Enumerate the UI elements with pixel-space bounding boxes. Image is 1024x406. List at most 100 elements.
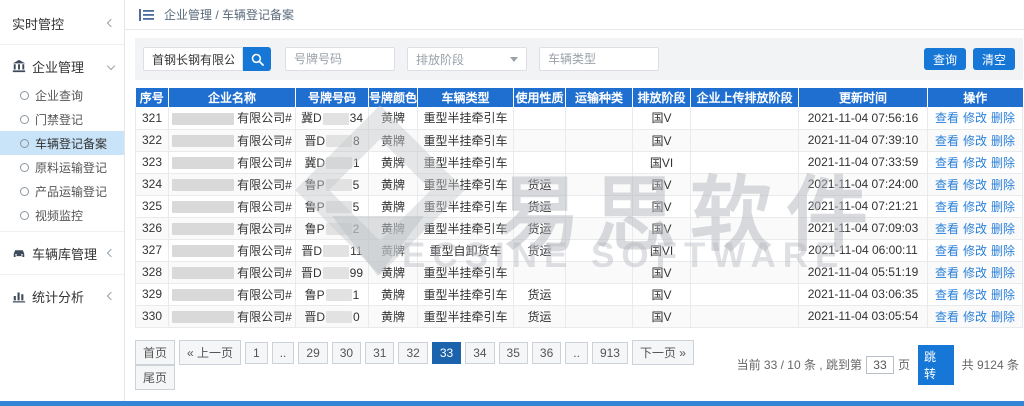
page-button[interactable]: « 上一页 — [179, 340, 241, 365]
page-button[interactable]: 34 — [465, 342, 494, 364]
delete-link[interactable]: 删除 — [991, 310, 1015, 324]
sidebar-subitem[interactable]: 门禁登记 — [0, 107, 124, 131]
table-row: 323 有限公司# 冀D1 黄牌 重型半挂牵引车 国VI 2021-11-04 … — [136, 151, 1023, 173]
updated-cell: 2021-11-04 07:39:10 — [799, 129, 928, 151]
view-link[interactable]: 查看 — [935, 266, 959, 280]
search-button[interactable] — [243, 47, 271, 71]
column-header: 车辆类型 — [418, 88, 514, 107]
divider — [0, 231, 124, 232]
plate-number-input[interactable] — [285, 47, 395, 71]
sidebar-subitem[interactable]: 车辆登记备案 — [0, 131, 124, 155]
page-button[interactable]: 29 — [298, 342, 327, 364]
collapse-menu-icon[interactable] — [139, 9, 154, 21]
column-header: 号牌号码 — [296, 88, 369, 107]
company-suffix: 有限公司# — [237, 178, 292, 192]
page-button[interactable]: 32 — [398, 342, 427, 364]
edit-link[interactable]: 修改 — [963, 111, 987, 125]
plate-suffix: 11 — [350, 244, 362, 258]
usage-cell — [514, 129, 566, 151]
delete-link[interactable]: 删除 — [991, 178, 1015, 192]
filter-panel: 排放阶段 查询 清空 — [135, 38, 1023, 80]
edit-link[interactable]: 修改 — [963, 244, 987, 258]
company-cell: 有限公司# — [169, 195, 296, 217]
app-window: 实时管控 企业管理 企业查询 门禁登记 — [0, 0, 1024, 406]
jump-page-input[interactable] — [866, 356, 894, 374]
view-link[interactable]: 查看 — [935, 178, 959, 192]
transport-cell — [566, 261, 633, 283]
view-link[interactable]: 查看 — [935, 288, 959, 302]
page-button[interactable]: 下一页 » — [632, 340, 694, 365]
seq-cell: 321 — [136, 107, 169, 129]
vehicle-type-input[interactable] — [539, 47, 659, 71]
sidebar-item-enterprise[interactable]: 企业管理 — [0, 49, 124, 83]
clear-button[interactable]: 清空 — [973, 48, 1015, 70]
edit-link[interactable]: 修改 — [963, 134, 987, 148]
plate-prefix: 鲁P — [305, 200, 325, 214]
page-button[interactable]: 913 — [592, 342, 628, 364]
actions-cell: 查看修改删除 — [928, 239, 1023, 261]
delete-link[interactable]: 删除 — [991, 200, 1015, 214]
view-link[interactable]: 查看 — [935, 134, 959, 148]
page-button[interactable]: 首页 — [135, 340, 175, 365]
page-button[interactable]: 1 — [245, 342, 268, 364]
plate-color-cell: 黄牌 — [369, 151, 418, 173]
page-button[interactable]: 31 — [365, 342, 394, 364]
company-cell: 有限公司# — [169, 151, 296, 173]
page-button[interactable]: 30 — [332, 342, 361, 364]
page-button[interactable]: 36 — [532, 342, 561, 364]
page-button[interactable]: 35 — [499, 342, 528, 364]
usage-cell — [514, 107, 566, 129]
delete-link[interactable]: 删除 — [991, 244, 1015, 258]
view-link[interactable]: 查看 — [935, 222, 959, 236]
edit-link[interactable]: 修改 — [963, 310, 987, 324]
view-link[interactable]: 查看 — [935, 310, 959, 324]
jump-button[interactable]: 跳转 — [918, 345, 954, 385]
delete-link[interactable]: 删除 — [991, 156, 1015, 170]
view-link[interactable]: 查看 — [935, 111, 959, 125]
redacted-company-box — [172, 179, 234, 191]
table-row: 325 有限公司# 鲁P5 黄牌 重型半挂牵引车 货运 国V 2021-11-0… — [136, 195, 1023, 217]
edit-link[interactable]: 修改 — [963, 200, 987, 214]
redacted-plate-box — [326, 201, 352, 213]
plate-suffix: 0 — [353, 310, 360, 324]
column-header: 操作 — [928, 88, 1023, 107]
edit-link[interactable]: 修改 — [963, 288, 987, 302]
edit-link[interactable]: 修改 — [963, 266, 987, 280]
sidebar-subitem[interactable]: 产品运输登记 — [0, 179, 124, 203]
redacted-company-box — [172, 135, 234, 147]
vehicle-type-cell: 重型半挂牵引车 — [418, 217, 514, 239]
delete-link[interactable]: 删除 — [991, 288, 1015, 302]
page-button[interactable]: .. — [565, 342, 588, 364]
company-search-input[interactable] — [143, 47, 243, 71]
stage-cell: 国V — [633, 173, 691, 195]
stage-cell: 国V — [633, 305, 691, 327]
delete-link[interactable]: 删除 — [991, 266, 1015, 280]
plate-prefix: 鲁P — [305, 222, 325, 236]
sidebar-item-vehicle-lib[interactable]: 车辆库管理 — [0, 236, 124, 270]
view-link[interactable]: 查看 — [935, 156, 959, 170]
edit-link[interactable]: 修改 — [963, 178, 987, 192]
page-button[interactable]: 尾页 — [135, 365, 175, 390]
delete-link[interactable]: 删除 — [991, 111, 1015, 125]
plate-cell: 鲁P5 — [296, 173, 369, 195]
column-header: 运输种类 — [566, 88, 633, 107]
sidebar-item-realtime[interactable]: 实时管控 — [0, 6, 124, 40]
sidebar-subitem[interactable]: 视频监控 — [0, 203, 124, 227]
view-link[interactable]: 查看 — [935, 244, 959, 258]
edit-link[interactable]: 修改 — [963, 222, 987, 236]
page-button[interactable]: 33 — [432, 342, 461, 364]
sidebar-item-stats[interactable]: 统计分析 — [0, 279, 124, 313]
view-link[interactable]: 查看 — [935, 200, 959, 214]
delete-link[interactable]: 删除 — [991, 222, 1015, 236]
edit-link[interactable]: 修改 — [963, 156, 987, 170]
plate-suffix: 1 — [353, 288, 360, 302]
sidebar-subitem[interactable]: 企业查询 — [0, 83, 124, 107]
delete-link[interactable]: 删除 — [991, 134, 1015, 148]
page-button[interactable]: .. — [272, 342, 295, 364]
emission-stage-select[interactable]: 排放阶段 — [407, 47, 527, 71]
usage-cell: 货运 — [514, 217, 566, 239]
query-button[interactable]: 查询 — [924, 48, 966, 70]
bank-icon — [12, 59, 26, 73]
divider — [0, 44, 124, 45]
sidebar-subitem[interactable]: 原料运输登记 — [0, 155, 124, 179]
